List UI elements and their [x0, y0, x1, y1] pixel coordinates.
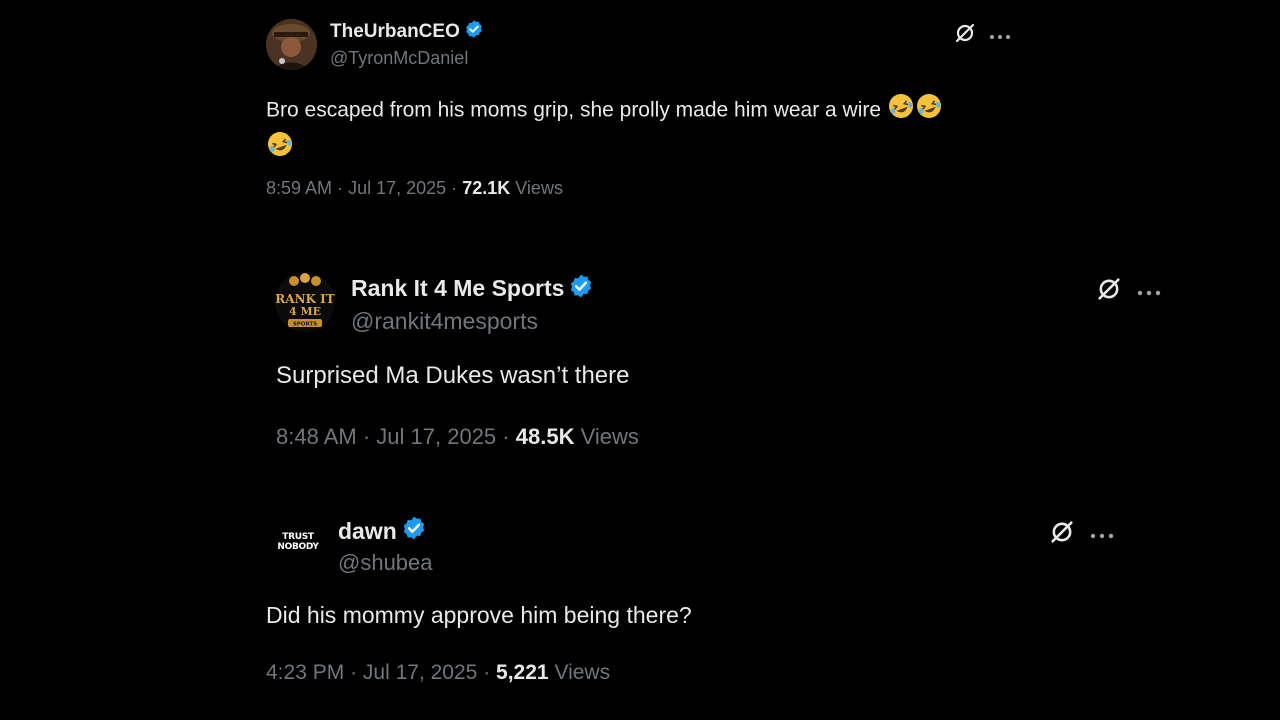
avatar[interactable] — [266, 19, 317, 70]
tweet-date[interactable]: Jul 17, 2025 — [363, 661, 477, 684]
rolling-on-floor-laughing-emoji — [915, 92, 943, 130]
meta-separator: · — [483, 661, 491, 684]
tweet-date[interactable]: Jul 17, 2025 — [348, 178, 446, 198]
author-name[interactable]: TheUrbanCEO — [330, 21, 460, 43]
views-label: Views — [580, 424, 639, 449]
logo-text-sports: SPORTS — [293, 322, 317, 328]
more-icon[interactable] — [1090, 526, 1114, 544]
logo-text-rank-it: RANK IT — [275, 292, 334, 306]
meta-separator: · — [350, 661, 358, 684]
tweet-time[interactable]: 8:48 AM — [276, 424, 357, 449]
meta-separator: · — [337, 178, 344, 198]
author-handle[interactable]: @rankit4mesports — [351, 308, 594, 335]
avatar[interactable]: RANK IT 4 ME SPORTS — [274, 271, 336, 333]
grok-icon[interactable] — [953, 21, 977, 50]
logo-text-trust: TRUST — [282, 532, 314, 542]
tweet-meta: 4:23 PM · Jul 17, 2025 · 5,221 Views — [266, 661, 610, 685]
views-label: Views — [554, 661, 611, 684]
verified-badge-icon — [401, 515, 427, 547]
more-icon[interactable] — [1137, 283, 1161, 301]
views-count[interactable]: 48.5K — [516, 424, 575, 449]
grok-icon[interactable] — [1048, 518, 1076, 551]
author-handle[interactable]: @TyronMcDaniel — [330, 48, 484, 69]
tweet-card[interactable]: TheUrbanCEO @TyronMcDaniel Bro escaped f… — [0, 0, 1280, 220]
tweet-text-content: Bro escaped from his moms grip, she prol… — [266, 98, 882, 122]
logo-text-4-me: 4 ME — [289, 305, 321, 318]
meta-separator: · — [362, 424, 371, 449]
meta-separator: · — [451, 178, 458, 198]
grok-icon[interactable] — [1095, 275, 1123, 308]
avatar-image — [266, 19, 317, 70]
meta-separator: · — [502, 424, 510, 449]
tweet-meta: 8:59 AM · Jul 17, 2025 · 72.1K Views — [266, 178, 563, 199]
tweet-text: Surprised Ma Dukes wasn’t there — [276, 362, 630, 389]
views-count[interactable]: 5,221 — [496, 661, 549, 684]
logo-text-nobody: NOBODY — [277, 542, 319, 552]
verified-badge-icon — [568, 273, 594, 305]
trust-nobody-logo: TRUST NOBODY — [270, 532, 326, 552]
tweet-meta: 8:48 AM · Jul 17, 2025 · 48.5K Views — [276, 424, 639, 450]
author-handle[interactable]: @shubea — [338, 550, 433, 576]
tweet-text: Bro escaped from his moms grip, she prol… — [266, 92, 1026, 168]
author-name[interactable]: Rank It 4 Me Sports — [351, 275, 564, 302]
more-icon[interactable] — [989, 27, 1011, 45]
verified-badge-icon — [464, 19, 484, 45]
tweet-time[interactable]: 8:59 AM — [266, 178, 332, 198]
rolling-on-floor-laughing-emoji — [887, 92, 915, 130]
avatar[interactable]: TRUST NOBODY — [270, 518, 326, 574]
views-count[interactable]: 72.1K — [462, 178, 510, 198]
author-name[interactable]: dawn — [338, 518, 397, 545]
rolling-on-floor-laughing-emoji — [266, 130, 294, 168]
rank-it-4-me-logo: RANK IT 4 ME SPORTS — [275, 272, 335, 332]
tweet-time[interactable]: 4:23 PM — [266, 661, 344, 684]
tweet-date[interactable]: Jul 17, 2025 — [376, 424, 496, 449]
views-label: Views — [515, 178, 563, 198]
tweet-text: Did his mommy approve him being there? — [266, 602, 692, 628]
